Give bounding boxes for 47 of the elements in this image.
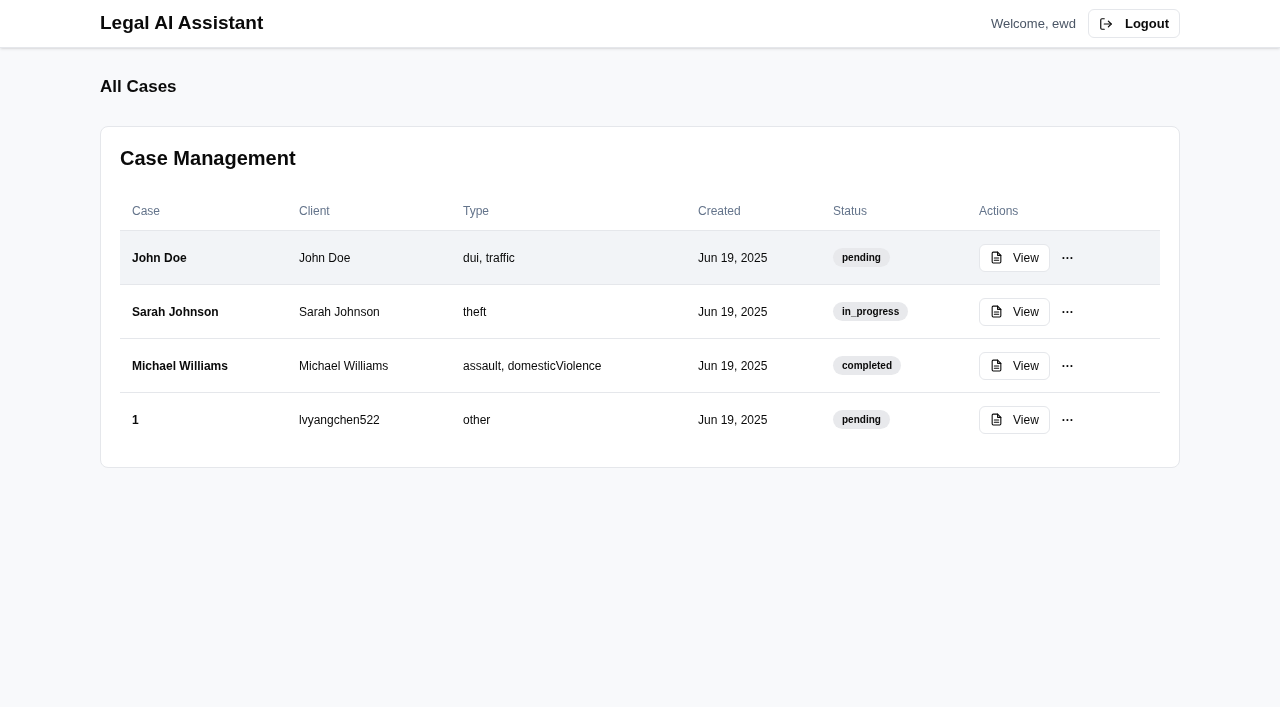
app-title: Legal AI Assistant bbox=[100, 11, 264, 36]
column-header: Case bbox=[132, 204, 160, 219]
status-badge: pending bbox=[833, 248, 890, 267]
client-name: Sarah Johnson bbox=[299, 304, 380, 319]
column-header: Client bbox=[299, 204, 330, 219]
case-type: dui, traffic bbox=[463, 250, 515, 265]
view-button[interactable]: View bbox=[979, 351, 1050, 380]
document-icon bbox=[990, 413, 1003, 427]
status-badge: pending bbox=[833, 410, 890, 430]
case-type: assault, domesticViolence bbox=[463, 358, 602, 373]
case-row[interactable]: Sarah Johnson Sarah Johnson theft Jun 19, 2025 in_progress View ··· bbox=[120, 284, 1160, 339]
client-name: Michael Williams bbox=[299, 358, 389, 373]
view-button[interactable]: View bbox=[979, 405, 1050, 434]
created-date: Jun 19, 2025 bbox=[698, 304, 768, 319]
case-name: 1 bbox=[132, 412, 139, 427]
more-button[interactable]: ··· bbox=[1053, 405, 1082, 434]
created-date: Jun 19, 2025 bbox=[698, 412, 768, 427]
client-name: lvyangchen522 bbox=[299, 412, 380, 427]
client-name: John Doe bbox=[299, 250, 351, 265]
more-button[interactable]: ··· bbox=[1053, 243, 1082, 272]
case-name: Sarah Johnson bbox=[132, 304, 219, 319]
case-name: John Doe bbox=[132, 250, 187, 265]
page-title: All Cases bbox=[100, 76, 178, 98]
logout-icon bbox=[1098, 16, 1113, 31]
document-icon bbox=[990, 305, 1003, 318]
case-name: Michael Williams bbox=[132, 358, 228, 373]
document-icon bbox=[990, 251, 1003, 264]
more-button[interactable]: ··· bbox=[1053, 351, 1082, 380]
more-button[interactable]: ··· bbox=[1053, 297, 1082, 326]
view-button[interactable]: View bbox=[979, 297, 1050, 326]
welcome-text: Welcome, ewd bbox=[990, 14, 1076, 33]
case-type: theft bbox=[463, 304, 487, 319]
case-row[interactable]: Michael Williams Michael Williams assault, domesticViolence Jun 19, 2025 completed View ··· bbox=[120, 338, 1160, 393]
case-row[interactable]: John Doe John Doe dui, traffic Jun 19, 2025 pending View ··· bbox=[120, 230, 1160, 285]
column-header: Actions bbox=[979, 204, 1019, 219]
created-date: Jun 19, 2025 bbox=[698, 358, 768, 373]
created-date: Jun 19, 2025 bbox=[698, 250, 768, 265]
card-title: Case Management bbox=[120, 145, 297, 171]
column-header: Type bbox=[463, 204, 489, 219]
view-button[interactable]: View bbox=[979, 243, 1050, 272]
status-badge: completed bbox=[833, 356, 901, 375]
case-type: other bbox=[463, 412, 491, 427]
logout-button[interactable]: Logout bbox=[1087, 9, 1180, 38]
document-icon bbox=[990, 359, 1003, 372]
status-badge: in_progress bbox=[833, 302, 909, 321]
column-header: Created bbox=[698, 204, 741, 219]
column-header: Status bbox=[833, 204, 868, 219]
